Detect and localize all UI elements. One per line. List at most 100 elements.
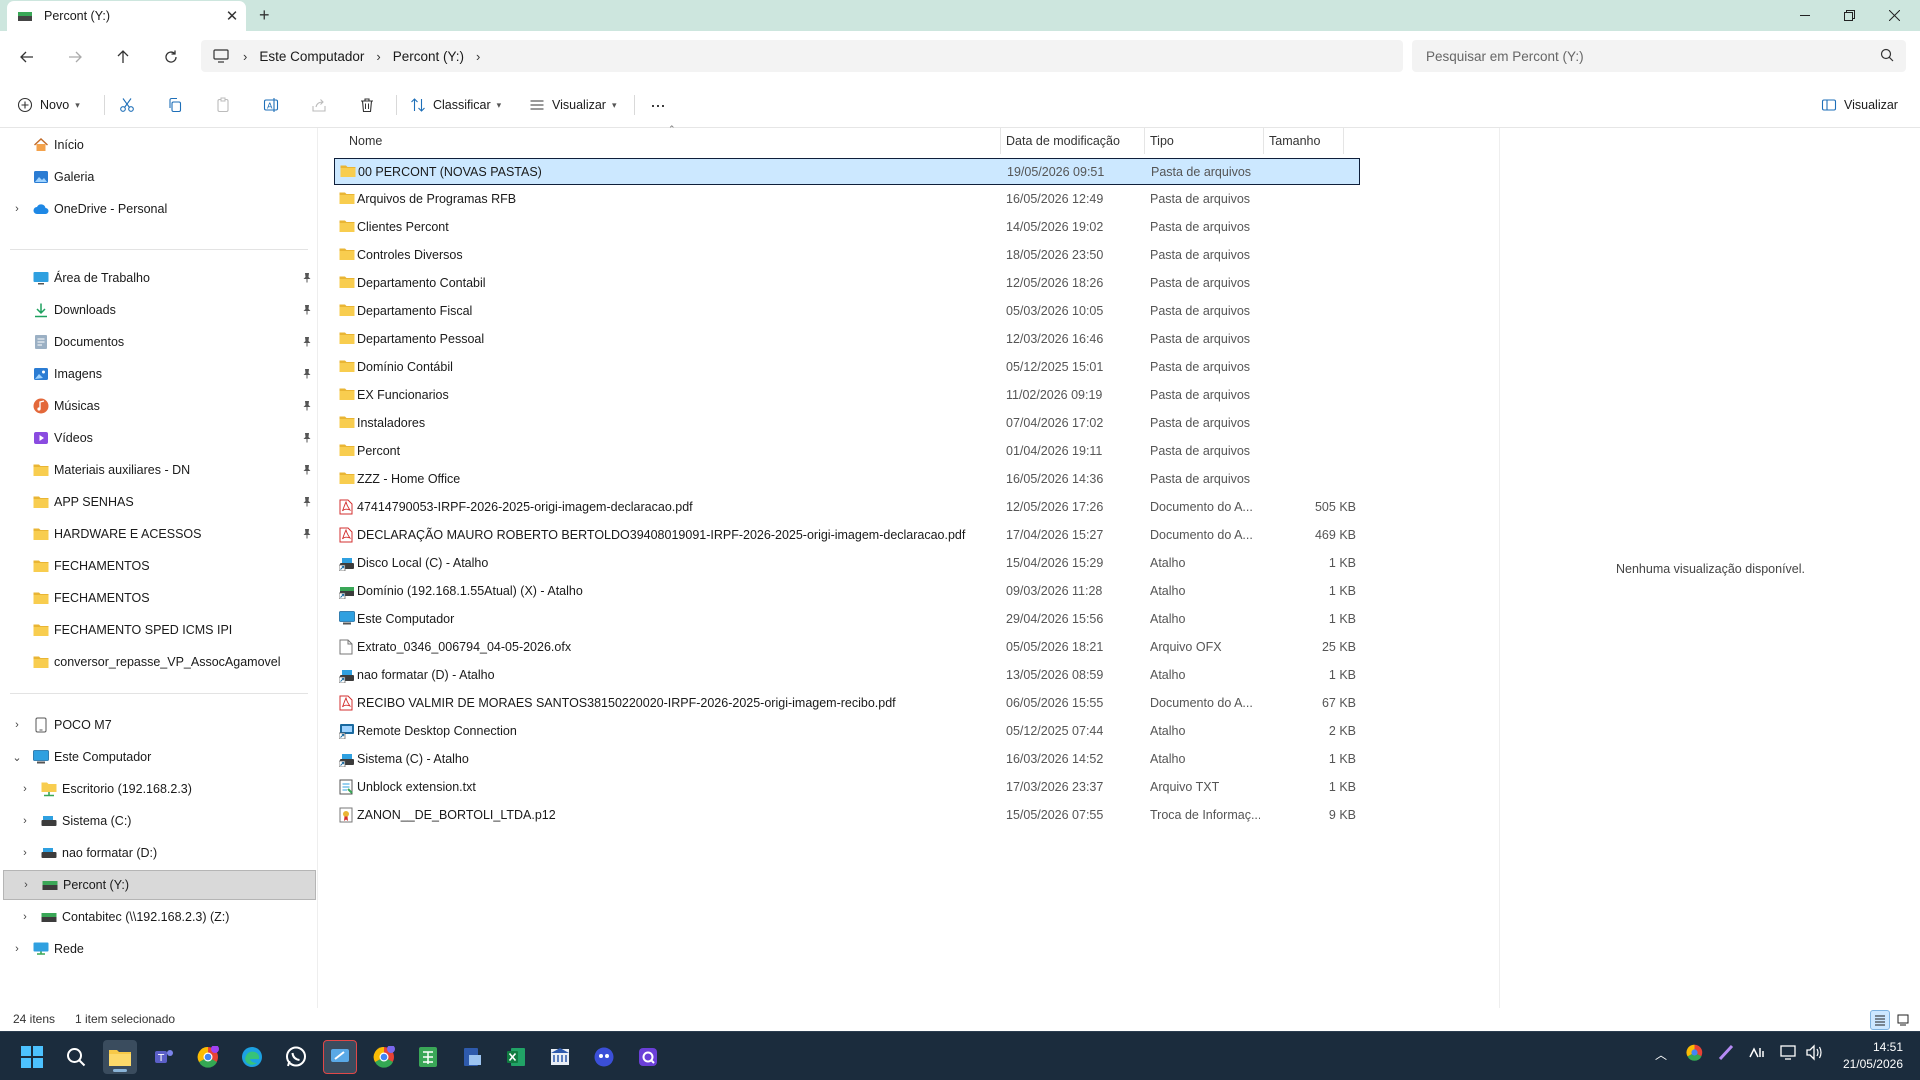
- details-view-button[interactable]: [1870, 1010, 1890, 1030]
- refresh-button[interactable]: [158, 44, 184, 70]
- close-window-button[interactable]: [1871, 0, 1917, 31]
- sidebar-item-m-sicas[interactable]: Músicas: [0, 391, 316, 421]
- file-row[interactable]: Domínio Contábil 05/12/2025 15:01 Pasta de…: [334, 354, 1360, 381]
- forward-button[interactable]: [62, 44, 88, 70]
- column-header-date[interactable]: Data de modificação: [1006, 128, 1120, 154]
- file-row[interactable]: RECIBO VALMIR DE MORAES SANTOS3815022002…: [334, 690, 1360, 717]
- sidebar-item-escritorio-192-168-2-3-[interactable]: › Escritorio (192.168.2.3): [0, 774, 316, 804]
- file-explorer-taskbar-button[interactable]: [103, 1040, 137, 1074]
- sidebar-item-hardware-e-acessos[interactable]: HARDWARE E ACESSOS: [0, 519, 316, 549]
- minimize-button[interactable]: [1782, 0, 1828, 31]
- cut-button[interactable]: [119, 93, 142, 117]
- chevron-right-icon[interactable]: ›: [376, 49, 380, 64]
- pen-tray-icon[interactable]: [1718, 1044, 1735, 1064]
- file-row[interactable]: Sistema (C) - Atalho 16/03/2026 14:52 Atal…: [334, 746, 1360, 773]
- delete-button[interactable]: [359, 93, 382, 117]
- file-row[interactable]: 00 PERCONT (NOVAS PASTAS) 19/05/2026 09:5…: [334, 158, 1360, 185]
- column-divider[interactable]: [1343, 128, 1344, 154]
- chevron-up-icon[interactable]: ︿: [1655, 1046, 1667, 1063]
- sidebar-item-fechamento-sped-icms-ipi[interactable]: FECHAMENTO SPED ICMS IPI: [0, 615, 316, 645]
- sidebar-item-contabitec-192-168-2-3-z-[interactable]: › Contabitec (\\192.168.2.3) (Z:): [0, 902, 316, 932]
- sidebar-item-downloads[interactable]: Downloads: [0, 295, 316, 325]
- sidebar-item-rede[interactable]: › Rede: [0, 934, 316, 964]
- sidebar-item-nao-formatar-d-[interactable]: › nao formatar (D:): [0, 838, 316, 868]
- chevron-right-icon[interactable]: ›: [10, 719, 24, 731]
- paste-button[interactable]: [215, 93, 238, 117]
- file-row[interactable]: Departamento Contabil 12/05/2026 18:26 Pas…: [334, 270, 1360, 297]
- whatsapp-taskbar-button[interactable]: [279, 1040, 313, 1074]
- sidebar-item-fechamentos[interactable]: FECHAMENTOS: [0, 551, 316, 581]
- file-row[interactable]: Departamento Fiscal 05/03/2026 10:05 Pasta…: [334, 298, 1360, 325]
- sidebar-item-fechamentos[interactable]: FECHAMENTOS: [0, 583, 316, 613]
- file-row[interactable]: ZANON__DE_BORTOLI_LTDA.p12 15/05/2026 07:…: [334, 802, 1360, 829]
- sidebar-item-poco-m7[interactable]: › POCO M7: [0, 710, 316, 740]
- chevron-right-icon[interactable]: ›: [18, 911, 32, 923]
- network-tray-icon[interactable]: [1748, 1044, 1766, 1064]
- file-row[interactable]: EX Funcionarios 11/02/2026 09:19 Pasta de …: [334, 382, 1360, 409]
- excel-taskbar-button[interactable]: [499, 1040, 533, 1074]
- file-row[interactable]: Instaladores 07/04/2026 17:02 Pasta de arq…: [334, 410, 1360, 437]
- file-row[interactable]: Percont 01/04/2026 19:11 Pasta de arquivos: [334, 438, 1360, 465]
- back-button[interactable]: [14, 44, 40, 70]
- sidebar-item-conversor-repasse-vp-assocagamovel[interactable]: conversor_repasse_VP_AssocAgamovel: [0, 647, 316, 677]
- breadcrumb-este-computador[interactable]: Este Computador: [259, 49, 364, 64]
- share-button[interactable]: [311, 93, 334, 117]
- sort-button[interactable]: Classificar ▾: [410, 93, 501, 117]
- file-row[interactable]: Disco Local (C) - Atalho 15/04/2026 15:29…: [334, 550, 1360, 577]
- chevron-right-icon[interactable]: ›: [19, 879, 33, 891]
- close-tab-icon[interactable]: ✕: [218, 7, 246, 25]
- file-row[interactable]: Arquivos de Programas RFB 16/05/2026 12:4…: [334, 186, 1360, 213]
- chrome-profile-d-taskbar-button[interactable]: [191, 1040, 225, 1074]
- rename-button[interactable]: A: [263, 93, 286, 117]
- teams-taskbar-button[interactable]: T: [147, 1040, 181, 1074]
- sidebar-item-percont-y-[interactable]: › Percont (Y:): [3, 870, 316, 900]
- sidebar-item-sistema-c-[interactable]: › Sistema (C:): [0, 806, 316, 836]
- column-divider[interactable]: [1000, 128, 1001, 154]
- start-button[interactable]: [15, 1040, 49, 1074]
- chevron-right-icon[interactable]: ›: [18, 815, 32, 827]
- address-bar[interactable]: › Este Computador › Percont (Y:) ›: [201, 40, 1403, 72]
- sidebar-item-v-deos[interactable]: Vídeos: [0, 423, 316, 453]
- file-row[interactable]: nao formatar (D) - Atalho 13/05/2026 08:5…: [334, 662, 1360, 689]
- file-row[interactable]: Departamento Pessoal 12/03/2026 16:46 Past…: [334, 326, 1360, 353]
- column-header-name[interactable]: Nome: [349, 128, 382, 154]
- column-divider[interactable]: [1263, 128, 1264, 154]
- file-row[interactable]: Controles Diversos 18/05/2026 23:50 Pasta …: [334, 242, 1360, 269]
- file-row[interactable]: 47414790053-IRPF-2026-2025-origi-imagem-…: [334, 494, 1360, 521]
- calculator-taskbar-button[interactable]: [411, 1040, 445, 1074]
- edge-taskbar-button[interactable]: [235, 1040, 269, 1074]
- more-options-button[interactable]: ···: [650, 93, 666, 117]
- chevron-right-icon[interactable]: ›: [476, 49, 480, 64]
- volume-tray-icon[interactable]: [1805, 1044, 1823, 1064]
- sidebar-item-in-cio[interactable]: Início: [0, 130, 316, 160]
- clock[interactable]: 14:51 21/05/2026: [1843, 1039, 1903, 1073]
- ethernet-tray-icon[interactable]: [1779, 1044, 1797, 1064]
- chevron-right-icon[interactable]: ›: [18, 847, 32, 859]
- new-button[interactable]: Novo ▾: [17, 93, 80, 117]
- tiles-view-button[interactable]: [1893, 1010, 1913, 1030]
- app-taskbar-button-2[interactable]: [587, 1040, 621, 1074]
- sidebar-item-galeria[interactable]: Galeria: [0, 162, 316, 192]
- chrome-profile-a-taskbar-button[interactable]: [367, 1040, 401, 1074]
- file-row[interactable]: Remote Desktop Connection 05/12/2025 07:4…: [334, 718, 1360, 745]
- file-row[interactable]: Domínio (192.168.1.55Atual) (X) - Atalho…: [334, 578, 1360, 605]
- file-row[interactable]: ZZZ - Home Office 16/05/2026 14:36 Pasta d…: [334, 466, 1360, 493]
- view-button[interactable]: Visualizar ▾: [529, 93, 617, 117]
- sidebar-item--rea-de-trabalho[interactable]: Área de Trabalho: [0, 263, 316, 293]
- copy-button[interactable]: [167, 93, 190, 117]
- chevron-right-icon[interactable]: ›: [10, 943, 24, 955]
- search-input[interactable]: Pesquisar em Percont (Y:): [1412, 40, 1906, 72]
- app-taskbar-button[interactable]: [455, 1040, 489, 1074]
- preview-pane-button[interactable]: Visualizar: [1821, 93, 1898, 117]
- tab-percont[interactable]: Percont (Y:) ✕: [7, 1, 246, 31]
- chevron-down-icon[interactable]: ⌄: [10, 751, 24, 764]
- restore-button[interactable]: [1826, 0, 1872, 31]
- column-header-type[interactable]: Tipo: [1150, 128, 1174, 154]
- chevron-right-icon[interactable]: ›: [10, 203, 24, 215]
- sidebar-item-materiais-auxiliares-dn[interactable]: Materiais auxiliares - DN: [0, 455, 316, 485]
- sidebar-item-documentos[interactable]: Documentos: [0, 327, 316, 357]
- file-row[interactable]: Este Computador 29/04/2026 15:56 Atalho 1 K…: [334, 606, 1360, 633]
- sidebar-item-este-computador[interactable]: ⌄ Este Computador: [0, 742, 316, 772]
- new-tab-button[interactable]: +: [259, 5, 270, 26]
- column-header-size[interactable]: Tamanho: [1269, 128, 1320, 154]
